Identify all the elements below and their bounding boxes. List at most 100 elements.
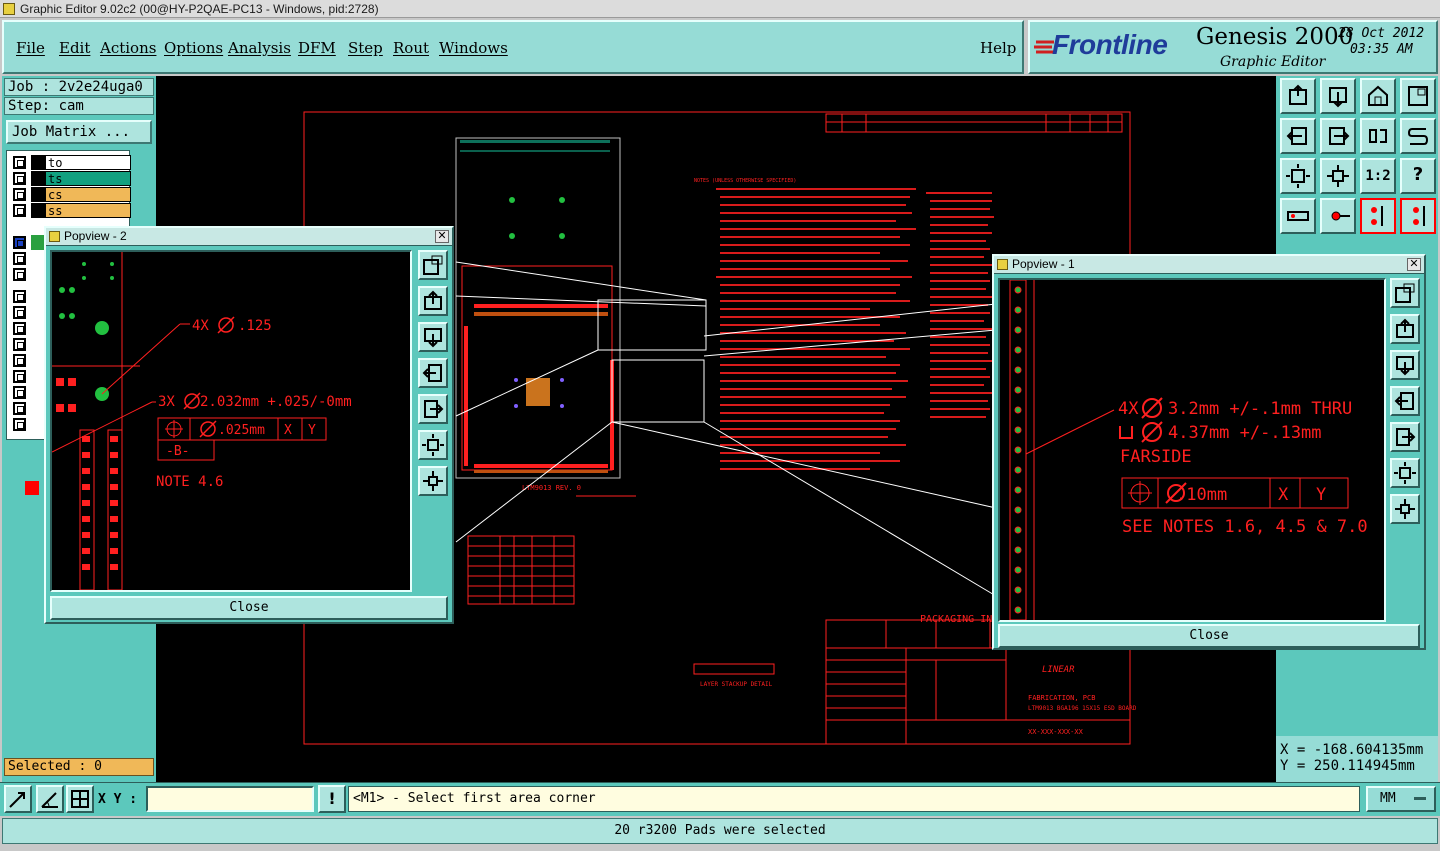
pv2-annot-a-val: .125 [238,318,272,334]
layer-checkbox[interactable] [13,370,26,383]
layer-checkbox[interactable] [13,268,26,281]
menu-edit[interactable]: Edit [59,39,90,57]
pv2-pan-left-button[interactable] [418,358,448,388]
help-button[interactable]: ? [1400,158,1436,194]
alert-button[interactable]: ! [318,785,346,813]
pan-right-button[interactable] [1320,118,1356,154]
popview-1-close-button[interactable]: Close [998,624,1420,648]
pv2-note: NOTE 4.6 [156,474,223,490]
layer-checkbox[interactable] [13,188,26,201]
stackup-label: LAYER STACKUP DETAIL [700,681,773,688]
select-mode-button[interactable] [4,785,32,813]
house-button[interactable] [1360,78,1396,114]
menu-analysis[interactable]: Analysis [228,39,291,57]
layer-checkbox[interactable] [13,418,26,431]
scale-1-2-button[interactable]: 1:2 [1360,158,1396,194]
s-curve-button[interactable] [1400,118,1436,154]
measure-mode-button[interactable] [36,785,64,813]
layer-checkbox[interactable] [13,204,26,217]
pv2-center-button[interactable] [418,466,448,496]
pv2-fcf-y: Y [308,423,316,438]
product-name: Genesis 2000 [1196,24,1354,50]
layer-checkbox[interactable] [13,156,26,169]
popview-1-window: Popview - 1 ✕ 4X 3.2mm +/-.1mm THRU 4.37… [992,254,1426,650]
pv1-fit-button[interactable] [1390,458,1420,488]
house-icon [1368,85,1388,106]
layer-row-cs[interactable]: cs [13,187,131,202]
selected-count: Selected : 0 [4,758,154,776]
center-arrows-icon [423,471,443,491]
layer-checkbox[interactable] [13,252,26,265]
swap-icon [1369,129,1387,143]
pv2-pan-up-button[interactable] [418,286,448,316]
menu-options[interactable]: Options [164,39,223,57]
layer-row-to[interactable]: to [13,155,131,170]
tool-probe-button[interactable] [1320,198,1356,234]
popview-2-view[interactable]: 4X .125 3X 2.032mm +.025/-0mm .025mm X Y… [50,250,412,592]
xy-input[interactable] [146,786,314,812]
pv1-center-button[interactable] [1390,494,1420,524]
drawing-number: XX-XXX-XXX-XX [1028,728,1084,736]
pv1-zoom-button[interactable] [1390,278,1420,308]
layer-row-ss[interactable]: ss [13,203,131,218]
layer-checkbox[interactable] [13,402,26,415]
layer-checkbox[interactable] [13,322,26,335]
menu-file[interactable]: File [16,39,45,57]
swap-button[interactable] [1360,118,1396,154]
menu-help[interactable]: Help [980,39,1016,57]
menu-windows[interactable]: Windows [439,39,508,57]
layer-checkbox[interactable] [13,306,26,319]
window-button[interactable] [1400,78,1436,114]
command-bar: X Y : ! <M1> - Select first area corner … [0,782,1440,816]
pv2-pan-right-button[interactable] [418,394,448,424]
popview-1-view[interactable]: 4X 3.2mm +/-.1mm THRU 4.37mm +/-.13mm FA… [998,278,1386,622]
menu-dfm[interactable]: DFM [298,39,336,57]
layer-checkbox[interactable] [13,354,26,367]
menu-step[interactable]: Step [348,39,383,57]
menu-bar: File Edit Actions Options Analysis DFM S… [2,20,1024,74]
pv1-annot-2: 4.37mm +/-.13mm [1168,423,1322,443]
popview-1-titlebar[interactable]: Popview - 1 ✕ [994,256,1424,274]
arrow-down-box-icon [1329,87,1347,108]
arrow-down-box-icon [1396,356,1414,376]
popview-2-close-x-icon[interactable]: ✕ [435,230,449,243]
fit-button[interactable] [1280,158,1316,194]
layer-checkbox[interactable] [13,290,26,303]
pv2-zoom-button[interactable] [418,250,448,280]
job-matrix-button[interactable]: Job Matrix ... [6,120,152,144]
brand-panel: Frontline Genesis 2000 Graphic Editor 28… [1028,20,1438,74]
menu-actions[interactable]: Actions [100,39,156,57]
coord-x: X = -168.604135mm [1280,742,1424,758]
layer-checkbox[interactable] [13,236,26,249]
layer-checkbox[interactable] [13,172,26,185]
layer-name: to [45,155,131,170]
pv2-pan-down-button[interactable] [418,322,448,352]
layer-cell [31,235,45,250]
layer-checkbox[interactable] [13,338,26,351]
tool-measure-button[interactable] [1360,198,1396,234]
grid-snap-button[interactable] [66,785,94,813]
tool-ruler-button[interactable] [1280,198,1316,234]
pv1-pan-left-button[interactable] [1390,386,1420,416]
pv1-pan-up-button[interactable] [1390,314,1420,344]
layer-name: ss [45,203,131,218]
menu-rout[interactable]: Rout [393,39,429,57]
units-dropdown[interactable]: MM [1366,786,1436,812]
zoom-down-button[interactable] [1320,78,1356,114]
popview-1-close-x-icon[interactable]: ✕ [1407,258,1421,271]
pv2-annot-b: 3X [158,394,175,410]
app-icon [3,3,15,15]
popview-2-close-button[interactable]: Close [50,596,448,620]
pan-left-button[interactable] [1280,118,1316,154]
popview-2-titlebar[interactable]: Popview - 2 ✕ [46,228,452,246]
layer-row-ts[interactable]: ts [13,171,131,186]
snap-icon [1413,206,1425,226]
pv1-pan-right-button[interactable] [1390,422,1420,452]
pv1-pan-down-button[interactable] [1390,350,1420,380]
cursor-coordinates: X = -168.604135mm Y = 250.114945mm [1276,736,1438,782]
center-button[interactable] [1320,158,1356,194]
layer-checkbox[interactable] [13,386,26,399]
pv2-fit-button[interactable] [418,430,448,460]
tool-snap-button[interactable] [1400,198,1436,234]
zoom-home-button[interactable] [1280,78,1316,114]
